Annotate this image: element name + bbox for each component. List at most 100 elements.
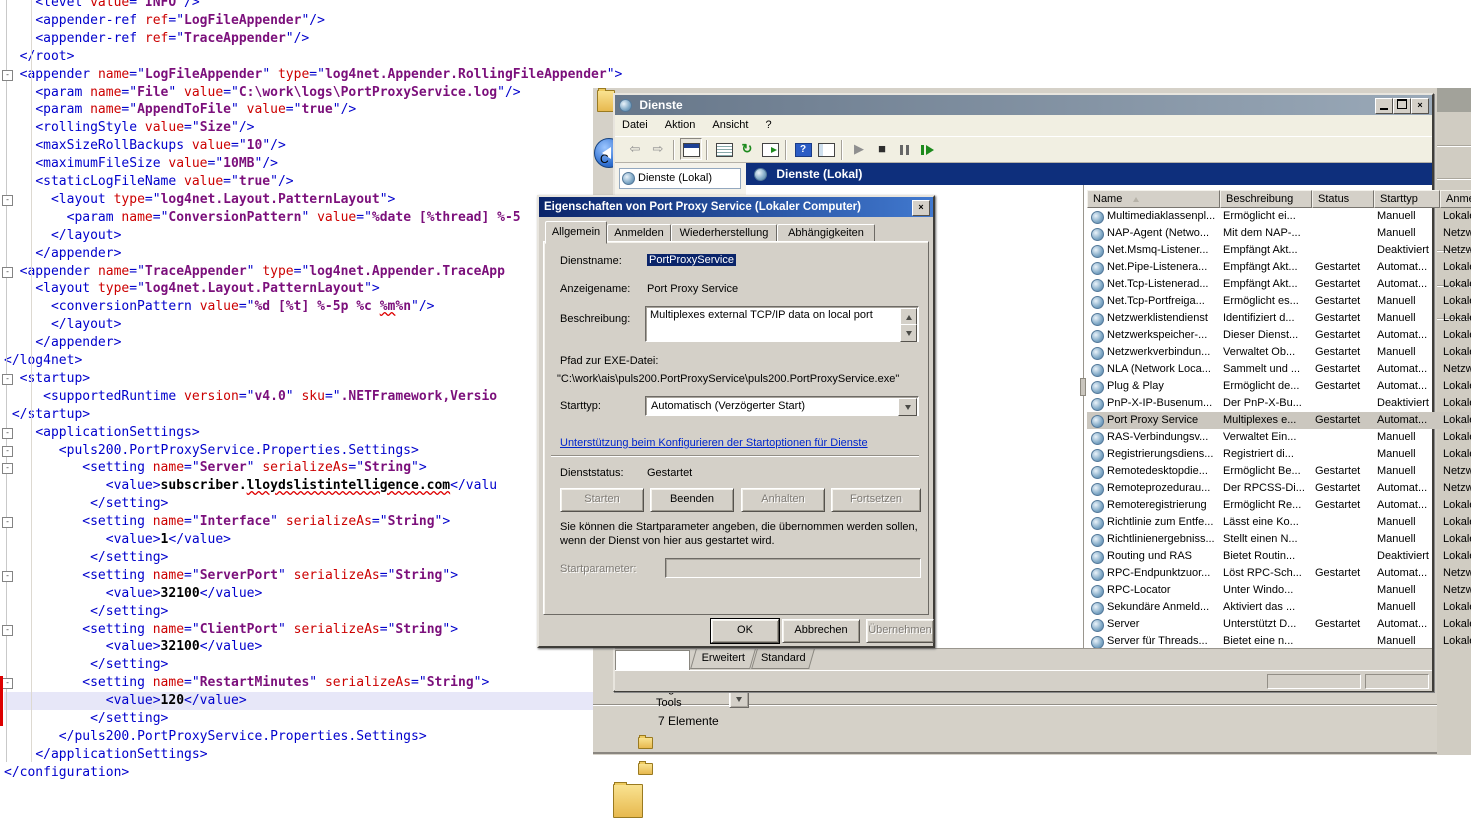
fortsetzen-button[interactable]: Fortsetzen	[831, 488, 921, 512]
table-row[interactable]: Server für Threads...Bietet eine n...Man…	[1087, 633, 1471, 648]
code-line[interactable]: </configuration>	[4, 764, 1467, 782]
services-titlebar[interactable]: Dienste ×	[615, 95, 1432, 115]
beschreibung-field[interactable]: Multiplexes external TCP/IP data on loca…	[645, 306, 919, 342]
table-row[interactable]: Remotedesktopdie...Ermöglicht Be...Gesta…	[1087, 463, 1471, 480]
fold-toggle-icon[interactable]: -	[2, 374, 13, 385]
menu-datei[interactable]: Datei	[615, 119, 655, 131]
fold-toggle-icon[interactable]: -	[2, 678, 13, 689]
refresh-icon[interactable]: ↻	[736, 138, 758, 160]
folder-label[interactable]: Tools	[656, 697, 682, 709]
cell: Ermöglicht Be...	[1223, 463, 1311, 480]
table-row[interactable]: Sekundäre Anmeld...Aktiviert das ...Manu…	[1087, 599, 1471, 616]
starttyp-combobox[interactable]: Automatisch (Verzögerter Start)	[645, 396, 919, 416]
table-row[interactable]: Net.Pipe-Listenera...Empfängt Akt...Gest…	[1087, 259, 1471, 276]
fold-toggle-icon[interactable]: -	[2, 195, 13, 206]
table-row[interactable]: Port Proxy ServiceMultiplexes e...Gestar…	[1087, 412, 1471, 429]
uebernehmen-button[interactable]: Übernehmen	[866, 619, 934, 643]
table-row[interactable]: Routing und RASBietet Routin...Deaktivie…	[1087, 548, 1471, 565]
fold-toggle-icon[interactable]: -	[2, 625, 13, 636]
table-row[interactable]: RPC-Endpunktzuor...Löst RPC-Sch...Gestar…	[1087, 565, 1471, 582]
splitter-handle[interactable]	[1080, 378, 1086, 396]
dienstname-value[interactable]: PortProxyService	[647, 254, 736, 266]
dialog-close-button[interactable]: ×	[912, 200, 930, 216]
table-row[interactable]: Plug & PlayErmöglicht de...GestartetAuto…	[1087, 378, 1471, 395]
menu-aktion[interactable]: Aktion	[658, 119, 703, 131]
fold-toggle-icon[interactable]: -	[2, 446, 13, 457]
minimize-button[interactable]	[1375, 98, 1393, 114]
table-row[interactable]: Net.Msmq-Listener...Empfängt Akt...Deakt…	[1087, 242, 1471, 259]
console-window-icon[interactable]	[680, 138, 702, 160]
restart-service-icon[interactable]	[917, 138, 939, 160]
maximize-button[interactable]	[1393, 98, 1411, 114]
export-list-icon[interactable]	[759, 138, 781, 160]
table-row[interactable]: Netzwerkspeicher-...Dieser Dienst...Gest…	[1087, 327, 1471, 344]
combo-dropdown-button[interactable]	[729, 691, 749, 708]
table-row[interactable]: ServerUnterstützt D...GestartetAutomat..…	[1087, 616, 1471, 633]
cell: Der PnP-X-Bu...	[1223, 395, 1311, 412]
table-row[interactable]: Multimediaklassenpl...Ermöglicht ei...Ma…	[1087, 208, 1471, 225]
starten-button[interactable]: Starten	[560, 488, 644, 512]
fold-toggle-icon[interactable]: -	[2, 463, 13, 474]
tree-item-dienste-lokal[interactable]: Dienste (Lokal)	[619, 168, 741, 189]
anhalten-button[interactable]: Anhalten	[741, 488, 825, 512]
table-row[interactable]: Netzwerkverbindun...Verwaltet Ob...Gesta…	[1087, 344, 1471, 361]
startparameter-input[interactable]	[665, 558, 921, 578]
service-gear-icon	[1091, 279, 1104, 292]
tab-erweitert[interactable]: Erweitert	[690, 649, 756, 669]
table-row[interactable]: NetzwerklistendienstIdentifiziert d...Ge…	[1087, 310, 1471, 327]
help-icon[interactable]: ?	[792, 138, 814, 160]
table-row[interactable]: Registrierungsdiens...Registriert di...M…	[1087, 446, 1471, 463]
table-row[interactable]: PnP-X-IP-Busenum...Der PnP-X-Bu...Deakti…	[1087, 395, 1471, 412]
column-header-status[interactable]: Status	[1312, 190, 1374, 208]
code-line[interactable]: <appender-ref ref="TraceAppender"/>	[4, 30, 1467, 48]
startoptions-help-link[interactable]: Unterstützung beim Konfigurieren der Sta…	[560, 437, 868, 449]
table-row[interactable]: RAS-Verbindungsv...Verwaltet Ein...Manue…	[1087, 429, 1471, 446]
show-tree-icon[interactable]	[815, 138, 837, 160]
menu-hilfe[interactable]: ?	[759, 119, 779, 131]
export-list-icon	[762, 143, 779, 157]
pause-service-icon[interactable]	[894, 138, 916, 160]
table-row[interactable]: Net.Tcp-Listenerad...Empfängt Akt...Gest…	[1087, 276, 1471, 293]
column-header-name[interactable]: Name	[1087, 190, 1220, 208]
table-row[interactable]: Richtlinie zum Entfe...Lässt eine Ko...M…	[1087, 514, 1471, 531]
fold-toggle-icon[interactable]: -	[2, 267, 13, 278]
table-row[interactable]: RemoteregistrierungErmöglicht Re...Gesta…	[1087, 497, 1471, 514]
code-line[interactable]: <level value="INFO"/>	[4, 0, 1467, 12]
beenden-button[interactable]: Beenden	[650, 488, 734, 512]
column-header-beschreibung[interactable]: Beschreibung	[1220, 190, 1312, 208]
pane-splitter[interactable]	[1083, 185, 1084, 648]
cell: Automat...	[1377, 616, 1439, 633]
fold-toggle-icon[interactable]: -	[2, 428, 13, 439]
code-line[interactable]: <appender name="LogFileAppender" type="l…	[4, 66, 1467, 84]
column-header-starttyp[interactable]: Starttyp	[1374, 190, 1440, 208]
back-arrow-icon[interactable]: ⇦	[624, 138, 646, 160]
dialog-titlebar[interactable]: Eigenschaften von Port Proxy Service (Lo…	[539, 197, 933, 217]
properties-list-icon[interactable]	[713, 138, 735, 160]
combo-dropdown-button[interactable]	[898, 398, 917, 416]
stop-service-icon[interactable]: ■	[871, 138, 893, 160]
table-row[interactable]: Net.Tcp-Portfreiga...Ermöglicht es...Ges…	[1087, 293, 1471, 310]
tab-allgemein[interactable]: Allgemein	[545, 221, 607, 244]
table-row[interactable]: Remoteprozedurau...Der RPCSS-Di...Gestar…	[1087, 480, 1471, 497]
fold-toggle-icon[interactable]: -	[2, 517, 13, 528]
ok-button[interactable]: OK	[711, 619, 779, 643]
description-scroll-down[interactable]	[900, 324, 917, 342]
start-service-icon[interactable]: ▶	[848, 138, 870, 160]
tab-standard[interactable]: Standard	[751, 649, 815, 669]
fold-toggle-icon[interactable]: -	[2, 571, 13, 582]
abbrechen-button[interactable]: Abbrechen	[782, 619, 860, 643]
table-row[interactable]: Richtlinienergebniss...Stellt einen N...…	[1087, 531, 1471, 548]
close-button[interactable]: ×	[1411, 98, 1429, 114]
cell: Server	[1107, 616, 1219, 633]
table-row[interactable]: NAP-Agent (Netwo...Mit dem NAP-...Manuel…	[1087, 225, 1471, 242]
code-line[interactable]: <appender-ref ref="LogFileAppender"/>	[4, 12, 1467, 30]
forward-arrow-icon[interactable]: ⇨	[647, 138, 669, 160]
pause-service-icon	[900, 144, 910, 156]
table-row[interactable]: RPC-LocatorUnter Windo...ManuellNetzwerk…	[1087, 582, 1471, 599]
table-row[interactable]: NLA (Network Loca...Sammelt und ...Gesta…	[1087, 361, 1471, 378]
code-line[interactable]: </root>	[4, 48, 1467, 66]
fold-toggle-icon[interactable]: -	[2, 70, 13, 81]
menu-ansicht[interactable]: Ansicht	[705, 119, 755, 131]
column-header-anmelden-als[interactable]: Anmelden als	[1440, 190, 1471, 208]
cell: Gestartet	[1315, 480, 1373, 497]
